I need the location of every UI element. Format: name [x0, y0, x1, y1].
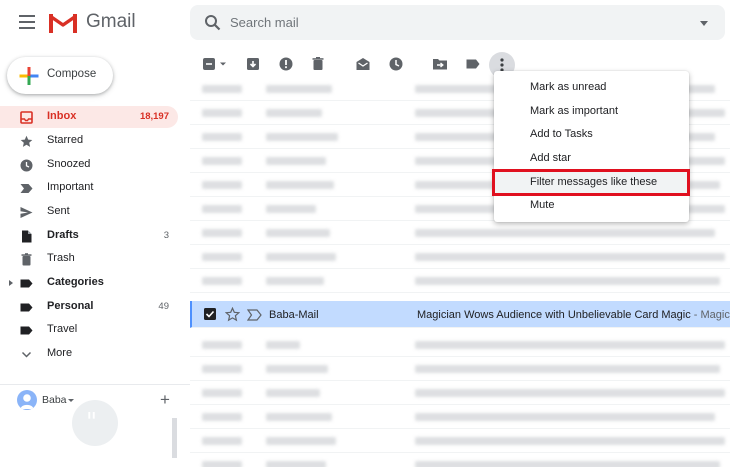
- inbox-unread-count: 18,197: [139, 111, 169, 122]
- sidebar-item-label: Travel: [47, 323, 78, 335]
- sidebar-item-label: Drafts: [47, 229, 79, 241]
- label-icon: [20, 303, 33, 312]
- sidebar-scrollbar[interactable]: [172, 418, 177, 458]
- table-row[interactable]: [190, 453, 730, 467]
- gmail-logo-icon[interactable]: [48, 12, 78, 34]
- user-status-caret-icon[interactable]: [68, 399, 74, 402]
- sidebar-item-label: Starred: [47, 134, 84, 146]
- sidebar-item-label: Sent: [47, 205, 70, 217]
- row-checkbox-checked-icon[interactable]: [204, 308, 216, 320]
- search-options-caret-icon[interactable]: [700, 21, 708, 26]
- menu-item-mark-important[interactable]: Mark as important: [494, 100, 689, 123]
- snooze-icon[interactable]: [386, 54, 406, 74]
- sidebar-item-sent[interactable]: Sent: [0, 201, 178, 223]
- top-bar: Gmail: [0, 0, 730, 46]
- sidebar-item-label: Snoozed: [47, 158, 91, 170]
- sidebar-item-inbox[interactable]: Inbox 18,197: [0, 106, 178, 128]
- label-icon: [20, 326, 33, 335]
- email-snippet: - Magician: [693, 309, 730, 321]
- table-row[interactable]: [190, 221, 730, 245]
- search-input[interactable]: [230, 12, 670, 32]
- compose-button[interactable]: Compose: [7, 57, 113, 94]
- table-row[interactable]: [190, 333, 730, 357]
- app-brand: Gmail: [86, 11, 136, 32]
- sidebar-item-label: More: [47, 347, 73, 359]
- compose-plus-icon: [19, 67, 39, 85]
- sidebar-item-more[interactable]: More: [0, 343, 178, 365]
- email-subject-line: Magician Wows Audience with Unbelievable…: [417, 309, 730, 321]
- sidebar-item-snoozed[interactable]: Snoozed: [0, 154, 178, 176]
- sidebar-item-label: Trash: [47, 252, 75, 264]
- quote-icon: ": [86, 408, 98, 436]
- delete-icon[interactable]: [308, 54, 328, 74]
- table-row[interactable]: [190, 381, 730, 405]
- sidebar-item-starred[interactable]: Starred: [0, 130, 178, 152]
- annotation-highlight-box: [492, 169, 690, 196]
- label-icon[interactable]: [463, 54, 483, 74]
- important-marker-outline-icon[interactable]: [247, 309, 262, 321]
- important-icon: [20, 184, 33, 193]
- sidebar-item-label: Important: [47, 181, 94, 193]
- table-row[interactable]: [190, 357, 730, 381]
- select-all-checkbox[interactable]: [200, 54, 230, 74]
- menu-item-mute[interactable]: Mute: [494, 194, 689, 217]
- move-to-icon[interactable]: [430, 54, 450, 74]
- menu-item-add-to-tasks[interactable]: Add to Tasks: [494, 123, 689, 146]
- search-bar[interactable]: [190, 5, 725, 40]
- clock-icon: [20, 159, 33, 172]
- menu-item-label: Add star: [530, 152, 571, 164]
- star-outline-icon[interactable]: [225, 307, 240, 322]
- main-menu-icon[interactable]: [19, 15, 35, 29]
- expand-arrow-icon[interactable]: [9, 280, 13, 286]
- sidebar-divider: [0, 384, 190, 385]
- email-subject: Magician Wows Audience with Unbelievable…: [417, 309, 691, 321]
- sidebar-item-trash[interactable]: Trash: [0, 248, 178, 270]
- menu-item-label: Mark as important: [530, 105, 619, 117]
- more-options-menu: Mark as unread Mark as important Add to …: [494, 71, 689, 222]
- table-row[interactable]: [190, 429, 730, 453]
- trash-icon: [21, 253, 32, 266]
- user-silhouette-icon: [20, 394, 34, 409]
- table-row[interactable]: [190, 245, 730, 269]
- new-conversation-icon[interactable]: +: [160, 391, 170, 408]
- hangouts-user-name[interactable]: Baba: [42, 394, 67, 406]
- inbox-icon: [20, 111, 33, 124]
- sidebar-item-personal[interactable]: Personal 49: [0, 296, 178, 318]
- sidebar-item-travel[interactable]: Travel: [0, 319, 178, 341]
- menu-item-label: Mark as unread: [530, 81, 607, 93]
- archive-icon[interactable]: [243, 54, 263, 74]
- draft-icon: [22, 230, 32, 243]
- personal-count: 49: [158, 301, 169, 312]
- drafts-count: 3: [163, 230, 169, 241]
- sidebar-item-categories[interactable]: Categories: [0, 272, 178, 294]
- label-icon: [20, 279, 33, 288]
- table-row[interactable]: [190, 269, 730, 293]
- chevron-down-icon: [21, 351, 32, 358]
- menu-item-add-star[interactable]: Add star: [494, 147, 689, 170]
- sidebar-item-drafts[interactable]: Drafts 3: [0, 225, 178, 247]
- menu-item-label: Add to Tasks: [530, 128, 593, 140]
- email-sender: Baba-Mail: [269, 309, 319, 321]
- avatar[interactable]: [17, 390, 37, 410]
- sidebar-item-label: Inbox: [47, 110, 77, 122]
- search-icon[interactable]: [204, 14, 221, 31]
- menu-item-label: Mute: [530, 199, 555, 211]
- mark-read-icon[interactable]: [353, 54, 373, 74]
- sidebar-item-label: Personal: [47, 300, 94, 312]
- send-icon: [20, 207, 33, 218]
- sidebar-item-label: Categories: [47, 276, 104, 288]
- sidebar-item-important[interactable]: Important: [0, 177, 178, 199]
- report-spam-icon[interactable]: [276, 54, 296, 74]
- table-row[interactable]: [190, 405, 730, 429]
- compose-label: Compose: [47, 68, 97, 80]
- menu-item-mark-unread[interactable]: Mark as unread: [494, 76, 689, 99]
- star-icon: [20, 135, 33, 147]
- selected-email-row[interactable]: Baba-Mail Magician Wows Audience with Un…: [190, 301, 730, 328]
